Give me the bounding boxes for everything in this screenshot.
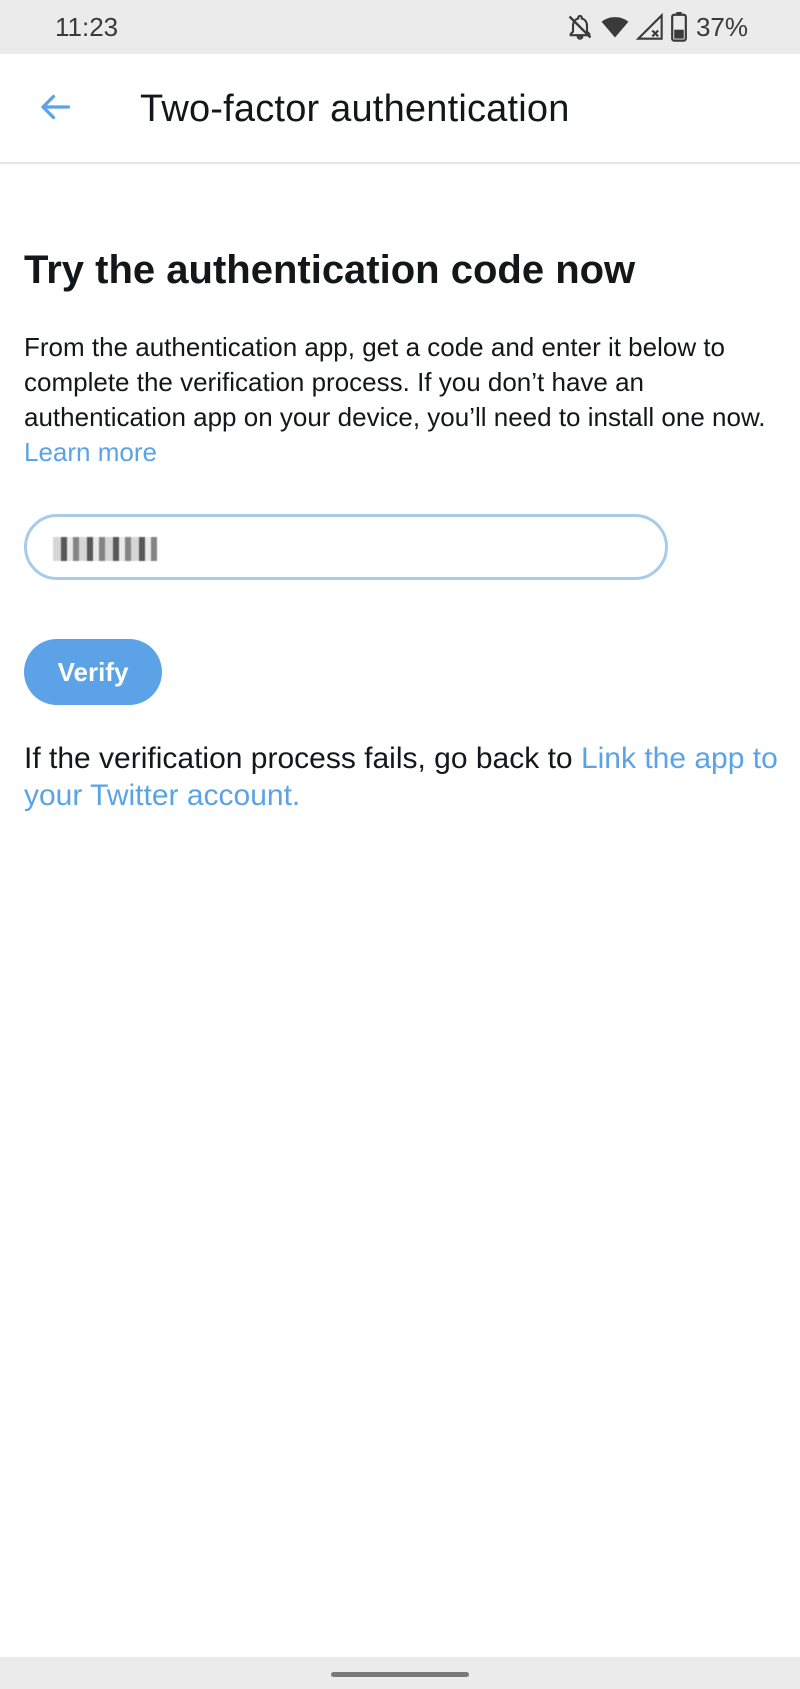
instructions-body: From the authentication app, get a code …	[24, 332, 766, 432]
fail-text-body: If the verification process fails, go ba…	[24, 742, 573, 775]
section-heading: Try the authentication code now	[24, 248, 636, 292]
back-button[interactable]	[30, 84, 80, 134]
page-title: Two-factor authentication	[140, 88, 570, 130]
instructions-text: From the authentication app, get a code …	[24, 330, 776, 470]
code-input-container	[24, 514, 668, 580]
battery-icon	[670, 12, 688, 42]
battery-percent: 37%	[695, 12, 748, 42]
status-bar: 11:23 37%	[0, 0, 800, 54]
navigation-bar	[0, 1657, 800, 1689]
home-gesture-handle[interactable]	[331, 1672, 469, 1677]
arrow-left-icon	[37, 89, 73, 130]
authentication-code-input[interactable]	[55, 525, 635, 569]
notifications-off-icon	[566, 13, 594, 41]
verify-button[interactable]: Verify	[24, 639, 162, 705]
learn-more-link[interactable]: Learn more	[24, 437, 157, 467]
app-bar: Two-factor authentication	[0, 54, 800, 164]
verification-fail-text: If the verification process fails, go ba…	[24, 740, 784, 814]
status-icons: 37%	[566, 10, 748, 44]
status-time: 11:23	[55, 12, 119, 42]
wifi-icon	[600, 13, 630, 41]
signal-icon	[635, 13, 664, 41]
